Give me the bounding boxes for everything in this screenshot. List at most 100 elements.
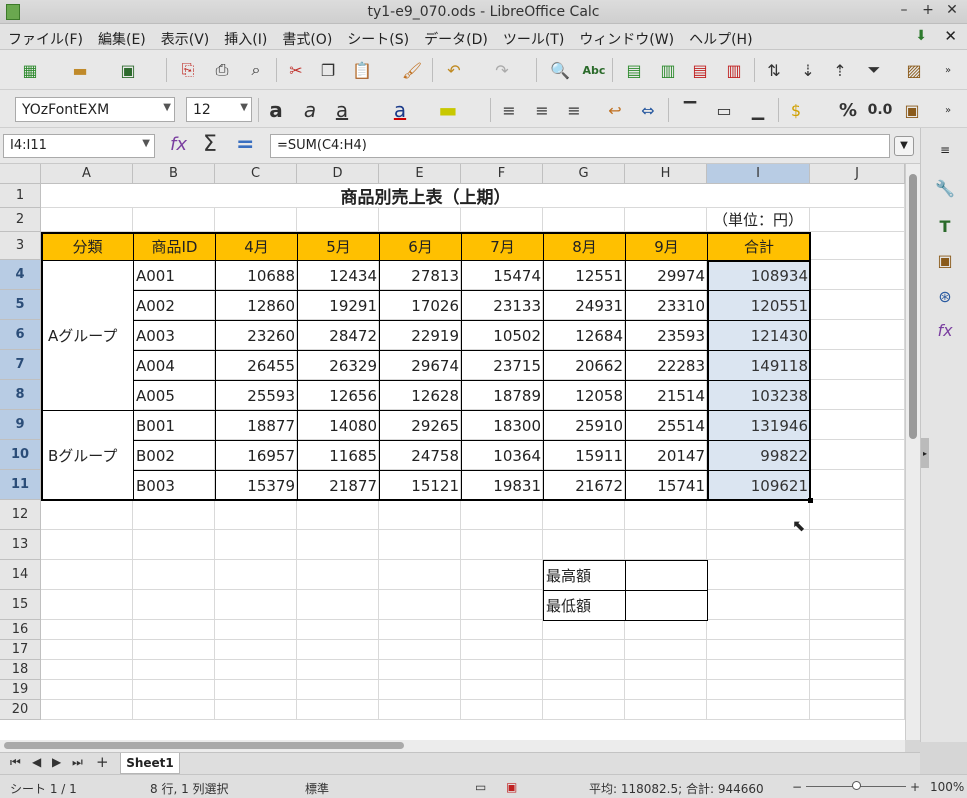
menu-sheet[interactable]: シート(S): [339, 24, 416, 49]
row-header-8[interactable]: 8: [0, 380, 41, 410]
total-cell[interactable]: 99822: [707, 440, 811, 471]
sales-cell[interactable]: 10688: [215, 260, 298, 291]
grid-cell[interactable]: [133, 500, 215, 530]
name-box[interactable]: I4:I11 ▼: [3, 134, 155, 158]
column-header-b[interactable]: B: [133, 164, 215, 184]
product-id-cell[interactable]: A002: [133, 290, 216, 321]
grid-cell[interactable]: [215, 700, 297, 720]
grid-cell[interactable]: [379, 590, 461, 620]
tab-sheet1[interactable]: Sheet1: [120, 753, 180, 774]
column-header-i[interactable]: I: [707, 164, 810, 184]
total-cell[interactable]: 109621: [707, 470, 811, 501]
next-sheet-icon[interactable]: ▶: [52, 755, 61, 769]
insert-image-icon[interactable]: ▨: [902, 58, 926, 82]
grid-cell[interactable]: [379, 208, 461, 232]
sales-cell[interactable]: 19291: [297, 290, 380, 321]
autofilter-icon[interactable]: ⏷: [862, 58, 886, 82]
grid-cell[interactable]: [810, 500, 905, 530]
sales-cell[interactable]: 27813: [379, 260, 462, 291]
sales-cell[interactable]: 21877: [297, 470, 380, 501]
grid-cell[interactable]: [133, 560, 215, 590]
grid-cell[interactable]: [133, 208, 215, 232]
merge-cells-icon[interactable]: ⇔: [636, 98, 660, 122]
zoom-level[interactable]: 100%: [930, 780, 964, 794]
sales-cell[interactable]: 12551: [543, 260, 626, 291]
column-header-c[interactable]: C: [215, 164, 297, 184]
grid-cell[interactable]: [810, 350, 905, 380]
insert-row-icon[interactable]: ▤: [622, 58, 646, 82]
grid-cell[interactable]: [41, 640, 133, 660]
max-value-cell[interactable]: [625, 560, 708, 591]
sales-cell[interactable]: 22919: [379, 320, 462, 351]
total-cell[interactable]: 121430: [707, 320, 811, 351]
row-header-9[interactable]: 9: [0, 410, 41, 440]
grid-cell[interactable]: [543, 620, 625, 640]
total-cell[interactable]: 103238: [707, 380, 811, 411]
grid-cell[interactable]: [297, 590, 379, 620]
menu-tools[interactable]: ツール(T): [495, 24, 571, 49]
product-id-cell[interactable]: A005: [133, 380, 216, 411]
sales-cell[interactable]: 23260: [215, 320, 298, 351]
row-header-3[interactable]: 3: [0, 232, 41, 260]
grid-cell[interactable]: [379, 640, 461, 660]
formula-icon[interactable]: =: [236, 132, 254, 157]
sales-cell[interactable]: 26455: [215, 350, 298, 381]
row-header-18[interactable]: 18: [0, 660, 41, 680]
grid-cell[interactable]: [810, 470, 905, 500]
menu-edit[interactable]: 編集(E): [90, 24, 153, 49]
total-cell[interactable]: 131946: [707, 410, 811, 441]
grid-cell[interactable]: [810, 208, 905, 232]
gallery-icon[interactable]: ▣: [933, 248, 957, 272]
sort-descending-icon[interactable]: ⇣: [796, 58, 820, 82]
last-sheet-icon[interactable]: ⏭: [72, 755, 83, 770]
zoom-in-icon[interactable]: +: [910, 780, 920, 794]
row-header-4[interactable]: 4: [0, 260, 41, 290]
italic-icon[interactable]: a: [298, 98, 322, 122]
align-middle-icon[interactable]: ▭: [712, 98, 736, 122]
export-pdf-icon[interactable]: ⎘: [176, 58, 200, 82]
grid-cell[interactable]: [810, 700, 905, 720]
grid-cell[interactable]: [543, 530, 625, 560]
product-id-cell[interactable]: B002: [133, 440, 216, 471]
find-replace-icon[interactable]: 🔍: [548, 58, 572, 82]
sales-cell[interactable]: 25910: [543, 410, 626, 441]
grid-cell[interactable]: [41, 620, 133, 640]
row-header-17[interactable]: 17: [0, 640, 41, 660]
insert-column-icon[interactable]: ▥: [656, 58, 680, 82]
toolbar-overflow-icon[interactable]: »: [936, 58, 960, 82]
horizontal-scrollbar[interactable]: [0, 740, 905, 752]
sales-cell[interactable]: 23133: [461, 290, 544, 321]
delete-row-icon[interactable]: ▤: [688, 58, 712, 82]
number-format-button[interactable]: 0.0: [866, 98, 894, 122]
print-icon[interactable]: ⎙: [210, 58, 234, 82]
grid-cell[interactable]: [707, 620, 810, 640]
grid-cell[interactable]: [215, 500, 297, 530]
redo-icon[interactable]: ↷: [490, 58, 514, 82]
sales-cell[interactable]: 12860: [215, 290, 298, 321]
toolbar-overflow-icon[interactable]: »: [936, 98, 960, 122]
grid-cell[interactable]: [625, 660, 707, 680]
grid-cell[interactable]: [810, 590, 905, 620]
menu-file[interactable]: ファイル(F): [0, 24, 90, 49]
grid-cell[interactable]: [810, 380, 905, 410]
row-header-1[interactable]: 1: [0, 184, 41, 208]
sales-cell[interactable]: 26329: [297, 350, 380, 381]
row-header-2[interactable]: 2: [0, 208, 41, 232]
fill-handle[interactable]: [808, 498, 813, 503]
grid-cell[interactable]: [625, 700, 707, 720]
sales-cell[interactable]: 15741: [625, 470, 708, 501]
grid-cell[interactable]: [461, 620, 543, 640]
grid-cell[interactable]: [461, 500, 543, 530]
grid-cell[interactable]: [297, 660, 379, 680]
grid-cell[interactable]: [297, 500, 379, 530]
formula-input[interactable]: =SUM(C4:H4): [270, 134, 890, 158]
sales-cell[interactable]: 12434: [297, 260, 380, 291]
menu-view[interactable]: 表示(V): [153, 24, 217, 49]
wrap-text-icon[interactable]: ↩: [603, 98, 627, 122]
previous-sheet-icon[interactable]: ◀: [32, 755, 41, 769]
grid-cell[interactable]: [133, 530, 215, 560]
sales-cell[interactable]: 23310: [625, 290, 708, 321]
grid-cell[interactable]: [707, 700, 810, 720]
align-right-icon[interactable]: ≡: [562, 98, 586, 122]
row-header-10[interactable]: 10: [0, 440, 41, 470]
